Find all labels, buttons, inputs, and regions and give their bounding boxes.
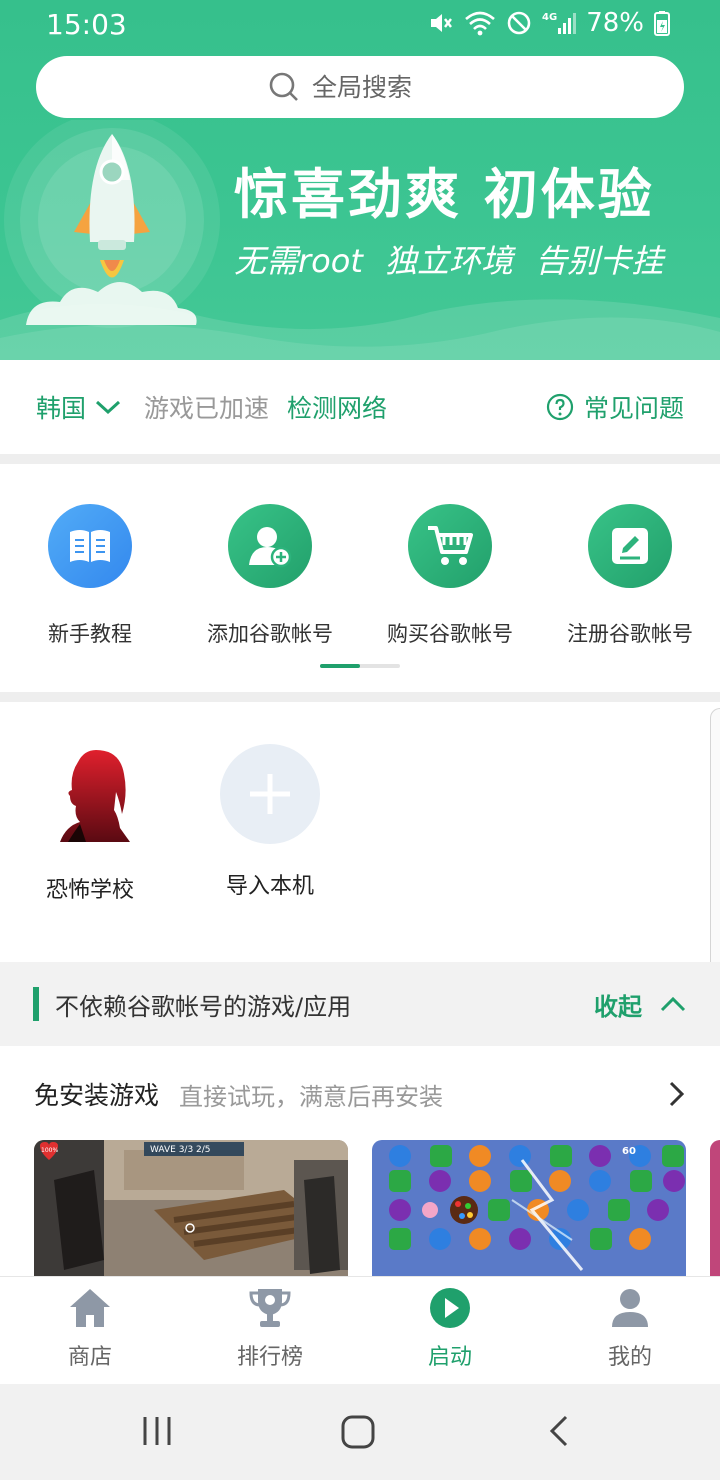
section-title: 不依赖谷歌帐号的游戏/应用 [55,992,352,1021]
plus-icon [220,744,320,844]
home-button-icon[interactable] [340,1414,376,1450]
quick-action-buy-account[interactable]: 购买谷歌帐号 [360,504,540,648]
status-icons: 4G 78% [428,8,670,38]
battery-percent: 78% [586,8,644,38]
nav-ranking[interactable]: 排行榜 [180,1287,360,1371]
battery-icon [654,11,670,36]
book-icon [48,504,132,588]
signal-icon: 4G [542,12,577,34]
game-screenshot: WAVE 3/3 2/5 100% [34,1140,348,1276]
nav-launch[interactable]: 启动 [360,1287,540,1371]
play-icon [430,1288,470,1328]
home-icon [70,1289,110,1327]
game-badge-text: 100% [41,1147,58,1154]
app-horror-school[interactable]: 恐怖学校 [0,744,180,904]
do-not-disturb-icon [507,11,531,35]
system-nav-bar [0,1384,720,1480]
quick-action-label: 新手教程 [48,622,132,646]
chevron-right-icon [669,1081,685,1107]
person-icon [612,1289,648,1327]
trophy-icon [249,1289,291,1327]
quick-action-label: 添加谷歌帐号 [207,622,333,646]
region-selector[interactable]: 韩国 [36,389,122,425]
nav-label: 我的 [607,1345,652,1370]
cart-icon [408,504,492,588]
status-bar: 15:03 4G 78% [0,0,720,50]
search-input[interactable] [312,72,452,102]
app-label: 恐怖学校 [45,878,134,903]
back-icon[interactable] [546,1414,572,1448]
faq-label: 常见问题 [583,394,684,423]
status-time: 15:03 [46,8,127,41]
header-banner: 15:03 4G 78% 全局搜索 惊喜劲爽 初体验 无需root 独立环境 告… [0,0,720,360]
search-icon [269,72,298,101]
game-badge-text: 60 [622,1146,636,1157]
search-bar[interactable] [36,56,684,118]
section-header: 不依赖谷歌帐号的游戏/应用 收起 [0,962,720,1046]
quick-action-tutorial[interactable]: 新手教程 [0,504,180,648]
installed-apps: 恐怖学校 导入本机 [0,702,720,962]
quick-action-label: 注册谷歌帐号 [567,622,693,646]
divider [0,454,720,464]
chevron-up-icon [660,996,686,1012]
nav-mine[interactable]: 我的 [540,1287,720,1371]
free-install-title: 免安装游戏 [34,1081,160,1110]
add-user-icon [228,504,312,588]
faq-link[interactable]: 常见问题 [546,389,684,425]
game-hud-text: WAVE 3/3 2/5 [150,1145,211,1155]
mute-icon [431,14,453,32]
edge-panel-handle[interactable] [710,708,720,984]
game-card-partial[interactable] [710,1140,720,1276]
network-row: 韩国 游戏已加速 检测网络 常见问题 [0,360,720,454]
svg-text:4G: 4G [542,12,557,23]
collapse-button[interactable]: 收起 [594,987,686,1022]
detect-network-link[interactable]: 检测网络 [287,389,387,425]
region-label: 韩国 [36,394,87,423]
bottom-nav: 商店 排行榜 启动 我的 [0,1276,720,1384]
quick-action-register-account[interactable]: 注册谷歌帐号 [540,504,720,648]
divider [0,692,720,702]
wave-decoration [0,299,720,360]
recent-apps-icon[interactable] [140,1414,174,1448]
help-icon [546,393,574,421]
page-indicator [320,664,400,668]
nav-label: 商店 [67,1345,112,1370]
quick-action-add-account[interactable]: 添加谷歌帐号 [180,504,360,648]
nav-store[interactable]: 商店 [0,1287,180,1371]
collapse-label: 收起 [594,992,642,1021]
free-install-row[interactable]: 免安装游戏 直接试玩，满意后再安装 [0,1046,720,1142]
hero-subtitle: 无需root 独立环境 告别卡挂 [234,242,664,280]
free-install-subtitle: 直接试玩，满意后再安装 [179,1082,444,1111]
game-card-candy[interactable]: 60 [372,1140,686,1276]
hero-title: 惊喜劲爽 初体验 [234,163,655,226]
nav-label: 启动 [427,1345,472,1370]
wifi-icon [465,11,496,36]
horror-school-icon [60,750,130,842]
quick-actions: 新手教程 添加谷歌帐号 购买谷歌帐号 注册谷歌帐号 [0,464,720,692]
nav-label: 排行榜 [236,1345,303,1370]
edit-icon [588,504,672,588]
app-label: 导入本机 [225,874,314,899]
game-cards: WAVE 3/3 2/5 100% 60 [0,1140,720,1276]
chevron-down-icon [96,400,121,415]
quick-action-label: 购买谷歌帐号 [387,622,513,646]
game-card-shooter[interactable]: WAVE 3/3 2/5 100% [34,1140,348,1276]
accel-status: 游戏已加速 [144,394,270,423]
section-accent-bar [33,987,39,1021]
game-screenshot: 60 [372,1140,686,1276]
import-local-button[interactable]: 导入本机 [180,744,360,900]
